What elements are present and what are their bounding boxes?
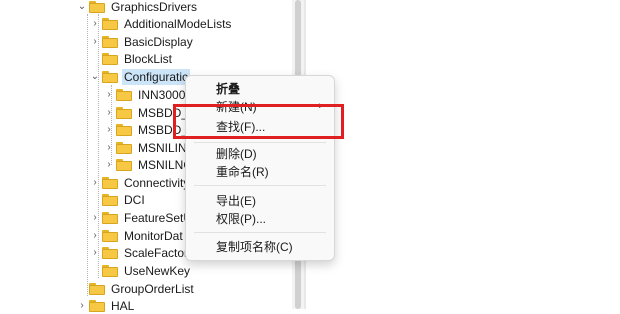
tree-item-label: MSNILIN	[138, 140, 187, 155]
folder-icon	[102, 193, 118, 206]
tree-item-connectivity[interactable]: › Connectivity	[90, 174, 191, 191]
tree-item-label: FeatureSetU	[124, 210, 193, 225]
folder-icon	[89, 282, 105, 295]
chevron-down-icon[interactable]: ⌄	[77, 0, 87, 15]
chevron-right-icon[interactable]: ›	[90, 227, 100, 244]
tree-item-msnilnc[interactable]: › MSNILNC	[104, 156, 194, 173]
chevron-down-icon[interactable]: ⌄	[90, 68, 100, 85]
folder-icon	[116, 158, 132, 171]
menu-item-collapse[interactable]: 折叠	[186, 79, 334, 97]
chevron-right-icon[interactable]: ›	[104, 121, 114, 138]
menu-item-copy-key-name[interactable]: 复制项名称(C)	[186, 237, 334, 255]
tree-item-configuration[interactable]: ⌄ Configuratic	[90, 68, 191, 85]
folder-icon	[102, 52, 118, 65]
tree-item-graphicsdrivers[interactable]: ⌄ GraphicsDrivers	[77, 0, 199, 15]
chevron-right-icon[interactable]: ›	[90, 209, 100, 226]
annotation-highlight-box	[173, 104, 344, 139]
menu-item-delete[interactable]: 删除(D)	[186, 144, 334, 162]
values-pane	[306, 0, 620, 309]
folder-icon	[102, 176, 118, 189]
menu-separator	[194, 232, 326, 233]
menu-separator	[194, 142, 326, 143]
tree-item-scalefactors[interactable]: › ScaleFactors	[90, 244, 196, 261]
chevron-right-icon[interactable]: ›	[77, 297, 87, 314]
chevron-right-icon[interactable]: ›	[104, 86, 114, 103]
tree-item-label: INN3000	[138, 87, 186, 102]
folder-icon	[116, 106, 132, 119]
chevron-right-icon[interactable]: ›	[90, 33, 100, 50]
chevron-placeholder	[90, 50, 100, 67]
tree-item-hal[interactable]: › HAL	[77, 297, 136, 314]
tree-item-label: DCI	[124, 192, 145, 207]
folder-icon	[116, 123, 132, 136]
chevron-placeholder	[90, 191, 100, 208]
tree-item-usenewkey[interactable]: UseNewKey	[90, 262, 192, 279]
chevron-placeholder	[77, 280, 87, 297]
menu-item-permissions[interactable]: 权限(P)...	[186, 209, 334, 227]
chevron-right-icon[interactable]: ›	[104, 104, 114, 121]
tree-item-basicdisplay[interactable]: › BasicDisplay	[90, 33, 195, 50]
folder-icon	[89, 0, 105, 13]
chevron-right-icon[interactable]: ›	[90, 15, 100, 32]
tree-item-label: GroupOrderList	[111, 281, 194, 296]
folder-icon	[102, 70, 118, 83]
tree-item-label: BasicDisplay	[124, 34, 193, 49]
tree-item-label: Configuratic	[122, 68, 191, 85]
folder-icon	[102, 246, 118, 259]
menu-item-rename[interactable]: 重命名(R)	[186, 162, 334, 180]
chevron-right-icon[interactable]: ›	[90, 174, 100, 191]
folder-icon	[89, 299, 105, 312]
folder-icon	[102, 17, 118, 30]
tree-item-label: BlockList	[124, 51, 173, 66]
tree-item-label: MonitorDat	[124, 228, 183, 243]
context-menu: 折叠 新建(N) › 查找(F)... 删除(D) 重命名(R) 导出(E) 权…	[185, 75, 335, 261]
tree-item-msnilin[interactable]: › MSNILIN	[104, 139, 189, 156]
tree-item-grouporderlist[interactable]: GroupOrderList	[77, 280, 196, 297]
folder-icon	[102, 264, 118, 277]
tree-item-label: AdditionalModeLists	[124, 16, 232, 31]
folder-icon	[116, 141, 132, 154]
chevron-placeholder	[90, 262, 100, 279]
folder-icon	[116, 88, 132, 101]
tree-item-additionalmodelists[interactable]: › AdditionalModeLists	[90, 15, 233, 32]
tree-item-inn3000[interactable]: › INN3000	[104, 86, 187, 103]
chevron-right-icon[interactable]: ›	[90, 244, 100, 261]
tree-item-blocklist[interactable]: BlockList	[90, 50, 174, 67]
tree-item-featuresetusage[interactable]: › FeatureSetU	[90, 209, 194, 226]
tree-item-label: HAL	[111, 298, 135, 313]
tree-item-dci[interactable]: DCI	[90, 191, 147, 208]
chevron-right-icon[interactable]: ›	[104, 139, 114, 156]
tree-item-label: GraphicsDrivers	[111, 0, 198, 14]
menu-separator	[194, 185, 326, 186]
folder-icon	[102, 35, 118, 48]
folder-icon	[102, 211, 118, 224]
tree-item-monitordatastore[interactable]: › MonitorDat	[90, 227, 185, 244]
chevron-right-icon[interactable]: ›	[104, 156, 114, 173]
tree-item-label: UseNewKey	[124, 263, 191, 278]
tree-line	[87, 14, 88, 296]
tree-item-label: Connectivity	[124, 175, 190, 190]
menu-item-export[interactable]: 导出(E)	[186, 191, 334, 209]
folder-icon	[102, 229, 118, 242]
